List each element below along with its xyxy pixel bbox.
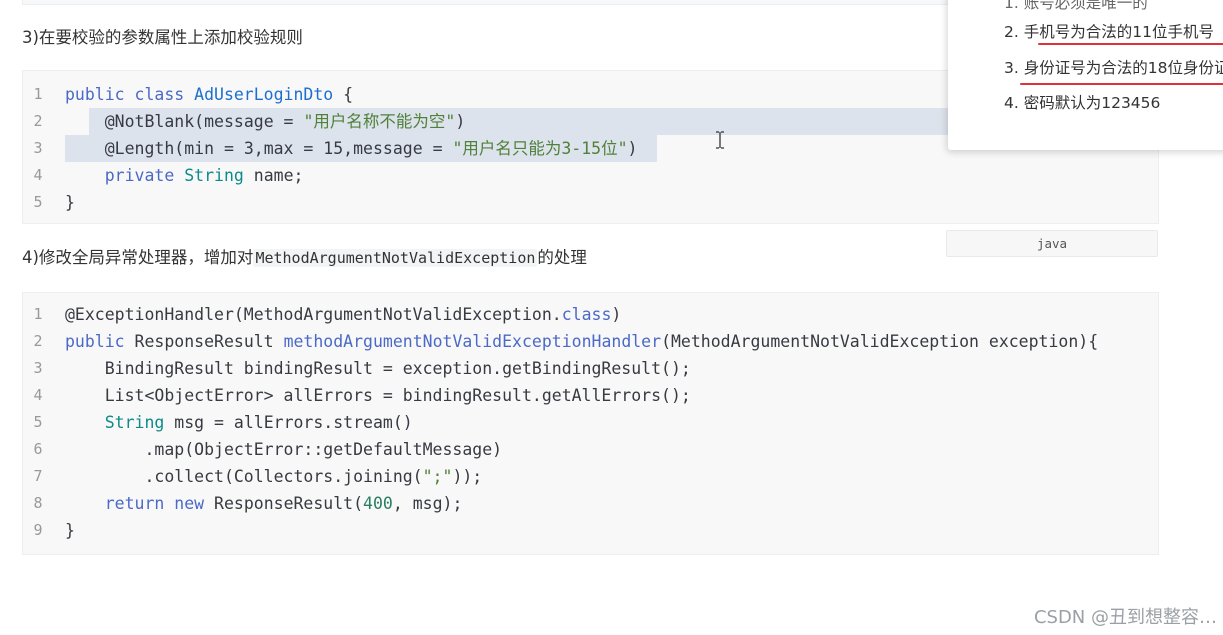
line-number: 5 xyxy=(33,413,43,431)
code-token: { xyxy=(333,85,354,104)
code-line: 4 List<ObjectError> allErrors = bindingR… xyxy=(23,382,1158,409)
line-number: 5 xyxy=(33,193,43,211)
line-number: 3 xyxy=(33,359,43,377)
code-token: , msg); xyxy=(392,494,463,513)
code-token: ) xyxy=(611,305,622,324)
line-number: 2 xyxy=(33,332,43,350)
code-token: "用户名只能为3-15位" xyxy=(452,139,628,158)
code-token: (MethodArgumentNotValidException excepti… xyxy=(661,332,1099,351)
code-line: 5} xyxy=(23,189,1158,216)
code-line: 6 .map(ObjectError::getDefaultMessage) xyxy=(23,436,1158,463)
code-token: AdUserLoginDto xyxy=(194,85,334,104)
text-cursor-icon xyxy=(716,131,724,149)
code-text: private String name; xyxy=(65,162,304,189)
red-underline-2 xyxy=(1020,83,1223,85)
line-number: 9 xyxy=(33,521,43,539)
code-token: 400 xyxy=(363,494,393,513)
line-number: 7 xyxy=(33,467,43,485)
code-token: .collect(Collectors.joining( xyxy=(65,467,423,486)
line-number: 4 xyxy=(33,166,43,184)
code-token: List<ObjectError> allErrors = bindingRes… xyxy=(65,386,691,405)
code-line: 8 return new ResponseResult(400, msg); xyxy=(23,490,1158,517)
code-token: public class xyxy=(65,85,195,104)
code-language-label[interactable]: java xyxy=(946,230,1158,257)
requirements-panel: 1. 账号必须是唯一的 2. 手机号为合法的11位手机号 3. 身份证号为合法的… xyxy=(948,0,1223,150)
code-token: ) xyxy=(627,139,638,158)
code-text: @ExceptionHandler(MethodArgumentNotValid… xyxy=(65,301,621,328)
code-line: 5 String msg = allErrors.stream() xyxy=(23,409,1158,436)
code-text: .map(ObjectError::getDefaultMessage) xyxy=(65,436,502,463)
code-token: private xyxy=(104,166,185,185)
line-number: 6 xyxy=(33,440,43,458)
line-number: 1 xyxy=(33,305,43,323)
code-token: @ExceptionHandler(MethodArgumentNotValid… xyxy=(65,305,562,324)
code-line: 3 BindingResult bindingResult = exceptio… xyxy=(23,355,1158,382)
step4-heading: 4)修改全局异常处理器，增加对 MethodArgumentNotValidExc… xyxy=(22,246,587,270)
inline-code-exception: MethodArgumentNotValidException xyxy=(253,249,538,267)
code-token: } xyxy=(65,521,75,540)
step4-heading-prefix: 4)修改全局异常处理器，增加对 xyxy=(22,248,254,267)
code-token: ResponseResult xyxy=(134,332,284,351)
code-token: BindingResult bindingResult = exception.… xyxy=(65,359,691,378)
line-number: 4 xyxy=(33,386,43,404)
requirement-item-4: 4. 密码默认为123456 xyxy=(1004,94,1161,112)
code-token: } xyxy=(65,193,75,212)
code-text: public ResponseResult methodArgumentNotV… xyxy=(65,328,1098,355)
code-token: @NotBlank(message = xyxy=(104,112,304,131)
code-token: String xyxy=(104,413,165,432)
line-number: 2 xyxy=(33,112,43,130)
code-line: 9} xyxy=(23,517,1158,544)
code-token: name; xyxy=(243,166,304,185)
code-text: BindingResult bindingResult = exception.… xyxy=(65,355,691,382)
code-token: )); xyxy=(452,467,483,486)
code-text: @NotBlank(message = "用户名称不能为空") xyxy=(65,108,466,135)
code-text: .collect(Collectors.joining(";")); xyxy=(65,463,482,490)
code-text: } xyxy=(65,517,75,544)
code-text: String msg = allErrors.stream() xyxy=(65,409,413,436)
code-text: @Length(min = 3,max = 15,message = "用户名只… xyxy=(65,135,638,162)
code-token: public xyxy=(65,332,135,351)
step3-heading: 3)在要校验的参数属性上添加校验规则 xyxy=(22,28,303,47)
code-token: @Length(min = 3,max = 15,message = xyxy=(104,139,453,158)
code-token: class xyxy=(561,305,612,324)
code-token: .map(ObjectError::getDefaultMessage) xyxy=(65,440,503,459)
line-number: 3 xyxy=(33,139,43,157)
code-line: 2 public ResponseResult methodArgumentNot… xyxy=(23,328,1158,355)
code-block-exception-handler[interactable]: 1 @ExceptionHandler(MethodArgumentNotVali… xyxy=(22,292,1159,555)
code-text: public class AdUserLoginDto { xyxy=(65,81,353,108)
red-underline-1 xyxy=(1038,43,1223,45)
code-line: 7 .collect(Collectors.joining(";")); xyxy=(23,463,1158,490)
requirement-item-1: 1. 账号必须是唯一的 xyxy=(1004,0,1148,12)
code-token: ) xyxy=(455,112,466,131)
code-token: ResponseResult( xyxy=(214,494,364,513)
step4-heading-suffix: 的处理 xyxy=(537,248,587,267)
code-text: } xyxy=(65,189,75,216)
requirement-item-3: 3. 身份证号为合法的18位身份证号 xyxy=(1004,59,1223,77)
line-number: 1 xyxy=(33,85,43,103)
line-number: 8 xyxy=(33,494,43,512)
code-token: return new xyxy=(104,494,215,513)
code-token: "用户名称不能为空" xyxy=(303,112,456,131)
code-line: 4 private String name; xyxy=(23,162,1158,189)
code-text: List<ObjectError> allErrors = bindingRes… xyxy=(65,382,691,409)
code-token: methodArgumentNotValidExceptionHandler xyxy=(283,332,662,351)
code-token: ";" xyxy=(422,467,453,486)
code-token: msg = allErrors.stream() xyxy=(164,413,413,432)
requirement-item-2: 2. 手机号为合法的11位手机号 xyxy=(1004,23,1214,41)
code-token: String xyxy=(184,166,244,185)
code-line: 1 @ExceptionHandler(MethodArgumentNotVali… xyxy=(23,301,1158,328)
csdn-watermark: CSDN @丑到想整容… xyxy=(1033,607,1217,628)
code-text: return new ResponseResult(400, msg); xyxy=(65,490,463,517)
